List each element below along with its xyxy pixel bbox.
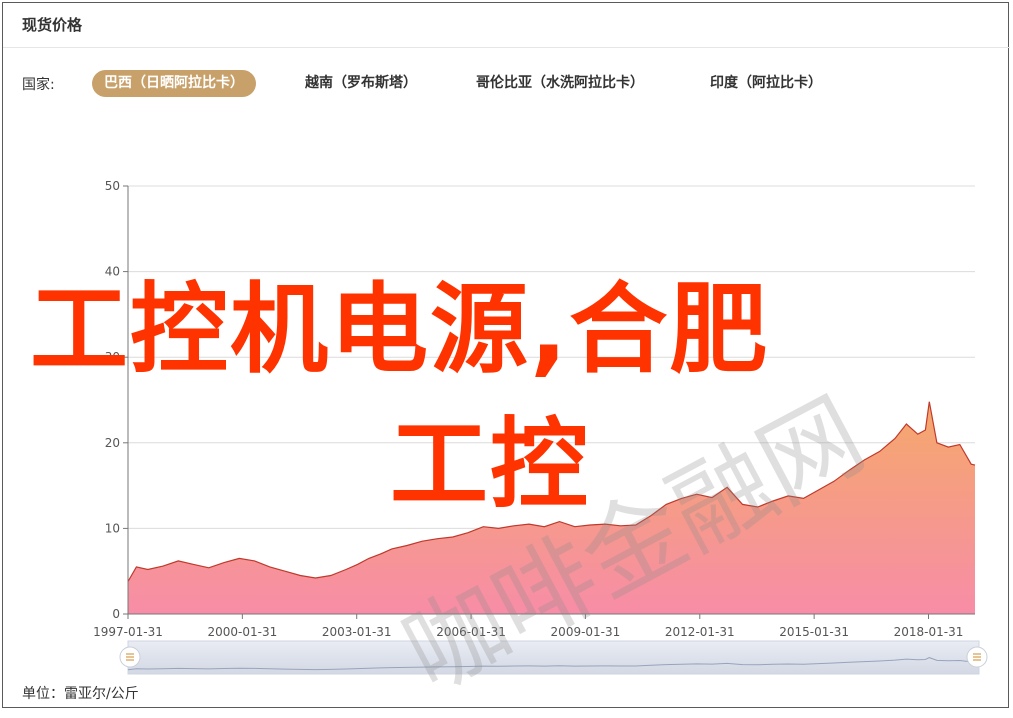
x-tick-label: 2015-01-31 [779,625,849,639]
x-tick-label: 2012-01-31 [665,625,735,639]
x-tick-label: 2018-01-31 [894,625,964,639]
y-tick-label: 30 [105,350,120,364]
x-tick-label: 2003-01-31 [322,625,392,639]
x-tick-label: 1997-01-31 [93,625,163,639]
zoom-handle-right[interactable] [966,646,988,668]
y-tick-label: 0 [112,607,120,621]
price-area [128,401,975,614]
zoom-handle-left[interactable] [119,646,141,668]
y-tick-label: 20 [105,436,120,450]
unit-label: 单位：雷亚尔/公斤 [22,686,139,702]
x-tick-label: 2000-01-31 [207,625,277,639]
y-tick-label: 40 [105,265,120,279]
x-tick-label: 2009-01-31 [551,625,621,639]
y-tick-label: 50 [105,179,120,193]
x-tick-label: 2006-01-31 [436,625,506,639]
price-chart: 0 10 20 30 40 50 1997-01-31 2000-01-31 2003-01-… [93,179,988,675]
zoom-range-bar[interactable] [127,640,980,675]
y-tick-label: 10 [105,521,120,535]
